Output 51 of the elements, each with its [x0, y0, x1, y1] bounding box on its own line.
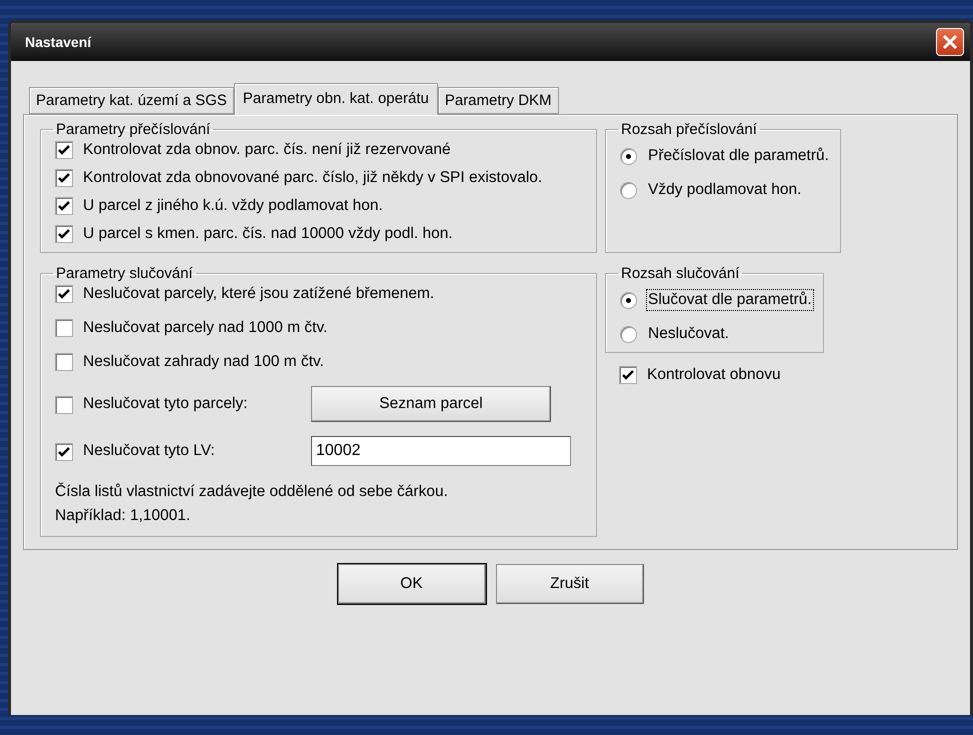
- checkbox[interactable]: [55, 353, 73, 371]
- radio-button[interactable]: [620, 326, 637, 343]
- radio-label[interactable]: Vždy podlamovat hon.: [647, 180, 802, 200]
- checkbox-label[interactable]: Kontrolovat zda obnov. parc. čís. není již rezervované: [83, 140, 451, 160]
- tab[interactable]: Parametry DKM: [438, 87, 559, 114]
- checkmark-icon: [58, 172, 70, 184]
- group-title: Parametry slučování: [55, 265, 194, 282]
- checkmark-icon: [58, 446, 70, 458]
- list-button[interactable]: Seznam parcel: [311, 386, 551, 422]
- checkbox-label[interactable]: Neslučovat tyto LV:: [83, 441, 301, 461]
- checkbox[interactable]: [55, 197, 73, 215]
- checkbox-label[interactable]: Neslučovat zahrady nad 100 m čtv.: [83, 352, 324, 372]
- checkbox-label[interactable]: U parcel s kmen. parc. čís. nad 10000 vždy podl. hon.: [83, 224, 453, 244]
- group-title: Rozsah slučování: [620, 265, 740, 282]
- checkbox[interactable]: [55, 169, 73, 187]
- checkbox[interactable]: [55, 442, 73, 460]
- radio-label[interactable]: Přečíslovat dle parametrů.: [647, 146, 830, 166]
- example-text: Například: 1,10001.: [55, 506, 192, 526]
- checkbox[interactable]: [619, 366, 637, 384]
- input-field[interactable]: 10002: [311, 436, 571, 466]
- checkbox-label[interactable]: Kontrolovat zda obnovované parc. číslo, již někdy v SPI existovalo.: [83, 168, 542, 188]
- radio-label[interactable]: Neslučovat.: [647, 324, 730, 344]
- checkmark-icon: [58, 288, 70, 300]
- radio-button[interactable]: [620, 182, 637, 199]
- dialog-button[interactable]: Zrušit: [496, 564, 644, 604]
- radio-button[interactable]: [620, 148, 637, 165]
- checkbox-label[interactable]: Neslučovat tyto parcely:: [83, 394, 301, 414]
- checkbox[interactable]: [55, 285, 73, 303]
- checkbox-label[interactable]: Neslučovat parcely, které jsou zatížené břemenem.: [83, 284, 434, 304]
- tab[interactable]: Parametry obn. kat. operátu: [234, 83, 438, 115]
- checkbox-label[interactable]: U parcel z jiného k.ú. vždy podlamovat hon.: [83, 196, 383, 216]
- tab[interactable]: Parametry kat. území a SGS: [29, 87, 234, 114]
- checkbox[interactable]: [55, 396, 73, 414]
- checkmark-icon: [58, 144, 70, 156]
- close-button[interactable]: [936, 28, 964, 56]
- group-title: Parametry přečíslování: [55, 121, 212, 138]
- window-title: Nastavení: [25, 34, 92, 50]
- checkbox[interactable]: [55, 225, 73, 243]
- checkbox[interactable]: [55, 319, 73, 337]
- dialog-button[interactable]: OK: [338, 564, 486, 604]
- checkmark-icon: [622, 369, 634, 381]
- checkmark-icon: [58, 200, 70, 212]
- checkbox-label[interactable]: Neslučovat parcely nad 1000 m čtv.: [83, 318, 328, 338]
- radio-label[interactable]: Slučovat dle parametrů.: [647, 290, 813, 310]
- hint-text: Čísla listů vlastnictví zadávejte oddělené od sebe čárkou.: [55, 482, 449, 502]
- close-icon: [942, 34, 958, 50]
- group-title: Rozsah přečíslování: [620, 121, 758, 138]
- radio-button[interactable]: [620, 292, 637, 309]
- checkbox[interactable]: [55, 141, 73, 159]
- checkbox-label[interactable]: Kontrolovat obnovu: [647, 365, 781, 385]
- checkmark-icon: [58, 228, 70, 240]
